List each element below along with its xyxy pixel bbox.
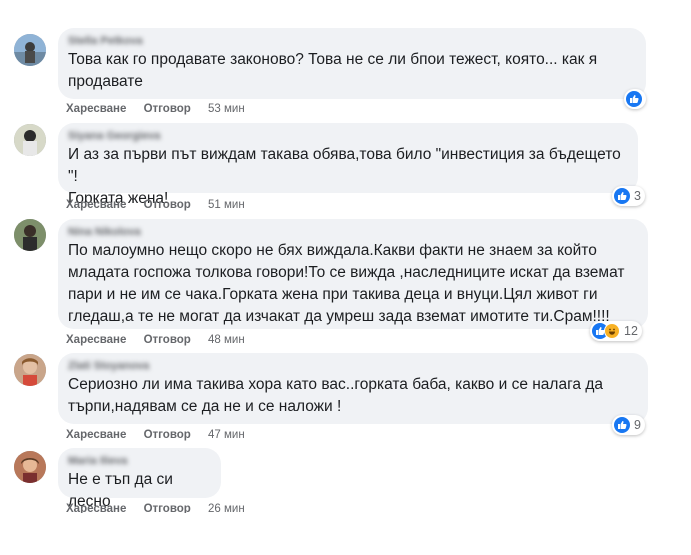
avatar[interactable] xyxy=(14,451,46,483)
like-link[interactable]: Харесване xyxy=(66,103,126,115)
reaction-count: 12 xyxy=(624,324,638,338)
comment-actions: Харесване Отговор 47 мин xyxy=(66,429,259,441)
reply-link[interactable]: Отговор xyxy=(144,503,191,513)
like-icon xyxy=(614,188,630,204)
like-link[interactable]: Харесване xyxy=(66,503,126,513)
reaction-summary[interactable]: 12 xyxy=(590,321,642,341)
reply-link[interactable]: Отговор xyxy=(144,334,191,346)
comments-panel: Stella Petkova Това как го продавате зак… xyxy=(0,0,666,513)
avatar[interactable] xyxy=(14,354,46,386)
like-link[interactable]: Харесване xyxy=(66,199,126,211)
comment-text: Това как го продавате законово? Това не … xyxy=(68,51,598,90)
comment-author[interactable]: Zlati Stoyanova xyxy=(68,360,636,373)
comment-actions: Харесване Отговор 48 мин xyxy=(66,334,259,346)
reply-link[interactable]: Отговор xyxy=(144,429,191,441)
timestamp[interactable]: 26 мин xyxy=(208,503,245,513)
avatar[interactable] xyxy=(14,34,46,66)
comment-text: Сериозно ли има такива хора като вас..го… xyxy=(68,376,603,415)
comment-bubble: Stella Petkova Това как го продавате зак… xyxy=(58,28,646,99)
comment-bubble: Siyana Georgieva И аз за първи път вижда… xyxy=(58,123,638,207)
haha-icon xyxy=(604,323,620,339)
comment-bubble: Nina Nikolova По малоумно нещо скоро не … xyxy=(58,219,648,329)
reaction-count: 9 xyxy=(634,418,641,432)
comment-bubble: Maria Ilieva Не е тъп да си лесно xyxy=(58,448,221,510)
comment-author[interactable]: Siyana Georgieva xyxy=(68,130,626,143)
comment-actions: Харесване Отговор 53 мин xyxy=(66,103,259,115)
like-link[interactable]: Харесване xyxy=(66,429,126,441)
avatar[interactable] xyxy=(14,219,46,251)
like-icon xyxy=(626,91,642,107)
like-link[interactable]: Харесване xyxy=(66,334,126,346)
like-icon xyxy=(614,417,630,433)
reaction-summary[interactable]: 9 xyxy=(612,415,645,435)
timestamp[interactable]: 51 мин xyxy=(208,199,245,211)
comment-author[interactable]: Maria Ilieva xyxy=(68,455,209,468)
timestamp[interactable]: 47 мин xyxy=(208,429,245,441)
reaction-summary[interactable]: 3 xyxy=(612,186,645,206)
reaction-summary[interactable] xyxy=(624,89,646,109)
comment-author[interactable]: Stella Petkova xyxy=(68,35,634,48)
comment-actions: Харесване Отговор 26 мин xyxy=(66,503,259,513)
timestamp[interactable]: 53 мин xyxy=(208,103,245,115)
comment-actions: Харесване Отговор 51 мин xyxy=(66,199,259,211)
comment-author[interactable]: Nina Nikolova xyxy=(68,226,636,239)
comment-text: По малоумно нещо скоро не бях виждала.Ка… xyxy=(68,242,625,325)
reply-link[interactable]: Отговор xyxy=(144,199,191,211)
comment-bubble: Zlati Stoyanova Сериозно ли има такива х… xyxy=(58,353,648,424)
reaction-count: 3 xyxy=(634,189,641,203)
timestamp[interactable]: 48 мин xyxy=(208,334,245,346)
avatar[interactable] xyxy=(14,124,46,156)
reply-link[interactable]: Отговор xyxy=(144,103,191,115)
